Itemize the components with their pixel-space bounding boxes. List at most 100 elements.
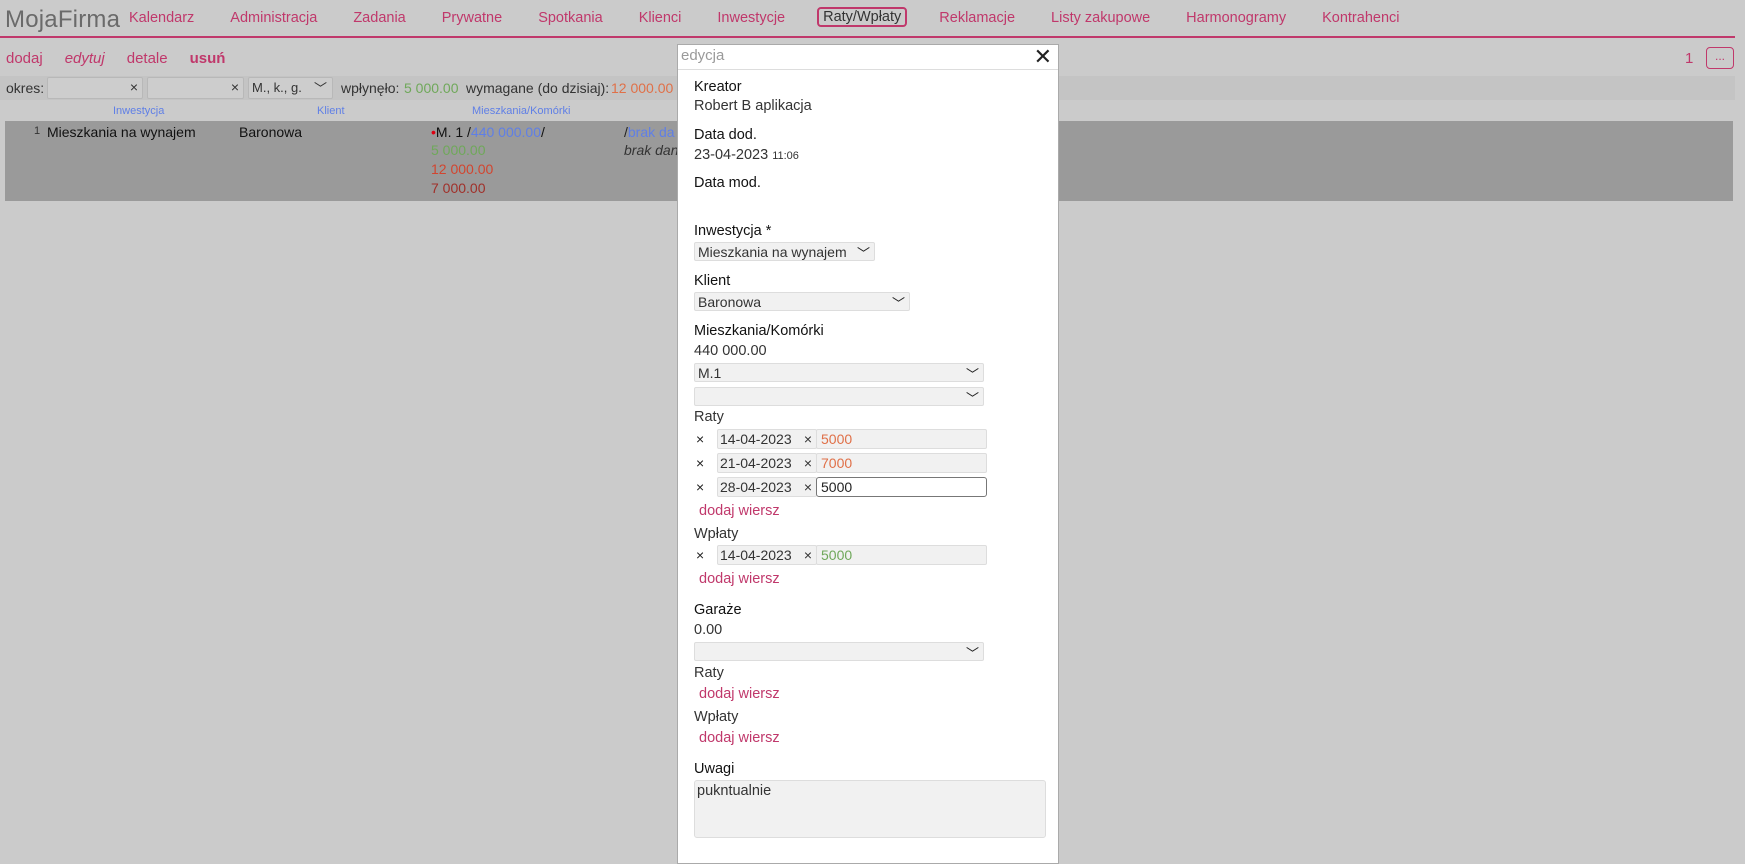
payment-date-input[interactable]: 14-04-2023 × bbox=[717, 545, 817, 565]
date-added-value: 23-04-2023 11:06 bbox=[694, 147, 799, 163]
row-client: Baronowa bbox=[239, 124, 303, 140]
client-select-value: Baronowa bbox=[698, 294, 762, 310]
nav-raty-wplaty[interactable]: Raty/Wpłaty bbox=[817, 7, 908, 27]
nav-kontrahenci[interactable]: Kontrahenci bbox=[1318, 9, 1403, 27]
installment-date-input[interactable]: 14-04-2023 × bbox=[717, 429, 817, 449]
client-select[interactable]: Baronowa ﹀ bbox=[694, 292, 910, 311]
period-to-input[interactable]: × bbox=[147, 77, 244, 99]
installment-amount-input[interactable]: 5000 bbox=[816, 429, 987, 449]
row-investment: Mieszkania na wynajem bbox=[47, 124, 196, 140]
more-button[interactable]: ... bbox=[1706, 47, 1734, 69]
row-extra: /brak da bbox=[624, 124, 675, 140]
range-select[interactable]: M., k., g. ﹀ bbox=[248, 77, 333, 99]
period-from-input[interactable]: × bbox=[47, 77, 143, 99]
investment-select-value: Mieszkania na wynajem bbox=[698, 244, 847, 260]
row-unit: •M. 1 /440 000.00/ bbox=[431, 124, 545, 140]
row-paid: 5 000.00 bbox=[431, 142, 486, 158]
row-unit-price: 440 000.00 bbox=[470, 124, 541, 140]
separator: / bbox=[541, 124, 545, 140]
period-label: okres: bbox=[6, 80, 45, 96]
nav-inwestycje[interactable]: Inwestycje bbox=[713, 9, 789, 27]
nav-reklamacje[interactable]: Reklamacje bbox=[935, 9, 1019, 27]
add-payment-row-button[interactable]: dodaj wiersz bbox=[699, 571, 780, 587]
garages-total: 0.00 bbox=[694, 622, 723, 638]
required-label: wymagane (do dzisiaj): bbox=[466, 80, 610, 96]
installments-label: Raty bbox=[694, 409, 724, 425]
delete-button[interactable]: usuń bbox=[190, 50, 226, 67]
add-installment-row-button[interactable]: dodaj wiersz bbox=[699, 503, 780, 519]
garages-label: Garaże bbox=[694, 602, 742, 618]
add-button[interactable]: dodaj bbox=[6, 50, 43, 67]
row-extra-link[interactable]: brak da bbox=[628, 124, 675, 140]
installment-date-input[interactable]: 21-04-2023 × bbox=[717, 453, 817, 473]
date-added-label: Data dod. bbox=[694, 127, 757, 143]
installment-date-input[interactable]: 28-04-2023 × bbox=[717, 477, 817, 497]
nav-harmonogramy[interactable]: Harmonogramy bbox=[1182, 9, 1290, 27]
clear-icon[interactable]: × bbox=[231, 79, 239, 95]
chevron-down-icon: ﹀ bbox=[891, 296, 905, 311]
nav-administracja[interactable]: Administracja bbox=[226, 9, 321, 27]
clear-icon[interactable]: × bbox=[804, 431, 812, 447]
clear-icon[interactable]: × bbox=[804, 455, 812, 471]
details-button[interactable]: detale bbox=[127, 50, 168, 67]
close-icon[interactable]: ✕ bbox=[1034, 46, 1052, 68]
clear-icon[interactable]: × bbox=[130, 79, 138, 95]
payment-date: 14-04-2023 bbox=[720, 547, 792, 563]
unit-select-2[interactable]: ﹀ bbox=[694, 387, 984, 406]
chevron-down-icon: ﹀ bbox=[856, 246, 870, 261]
client-label: Klient bbox=[694, 273, 731, 289]
chevron-down-icon: ﹀ bbox=[965, 367, 979, 382]
notes-text: pukntualnie bbox=[697, 783, 772, 799]
nav-listy-zakupowe[interactable]: Listy zakupowe bbox=[1047, 9, 1154, 27]
clear-icon[interactable]: × bbox=[804, 547, 812, 563]
nav-zadania[interactable]: Zadania bbox=[349, 9, 409, 27]
installment-amount-input[interactable]: 7000 bbox=[816, 453, 987, 473]
dialog-titlebar: edycja ✕ bbox=[678, 45, 1058, 70]
required-value: 12 000.00 bbox=[611, 80, 674, 96]
col-header-investment[interactable]: Inwestycja bbox=[113, 105, 164, 117]
app-title[interactable]: MojaFirma bbox=[5, 6, 120, 34]
chevron-down-icon: ﹀ bbox=[965, 391, 979, 406]
garage-select[interactable]: ﹀ bbox=[694, 642, 984, 661]
payments-label: Wpłaty bbox=[694, 526, 739, 542]
chevron-down-icon: ﹀ bbox=[313, 81, 327, 96]
paid-label: wpłynęło: bbox=[341, 80, 400, 96]
row-required: 12 000.00 bbox=[431, 161, 494, 177]
remove-row-icon[interactable]: × bbox=[696, 431, 704, 447]
remove-row-icon[interactable]: × bbox=[696, 479, 704, 495]
investment-select[interactable]: Mieszkania na wynajem ﹀ bbox=[694, 242, 875, 261]
installment-amount-input[interactable]: 5000 bbox=[816, 477, 987, 497]
date-added-date: 23-04-2023 bbox=[694, 147, 769, 163]
remove-row-icon[interactable]: × bbox=[696, 547, 704, 563]
nav-prywatne[interactable]: Prywatne bbox=[438, 9, 506, 27]
add-garage-payment-row-button[interactable]: dodaj wiersz bbox=[699, 730, 780, 746]
creator-value: Robert B aplikacja bbox=[694, 98, 812, 114]
unit-select[interactable]: M.1 ﹀ bbox=[694, 363, 984, 382]
col-header-units[interactable]: Mieszkania/Komórki bbox=[472, 105, 570, 117]
date-mod-label: Data mod. bbox=[694, 175, 761, 191]
add-garage-installment-row-button[interactable]: dodaj wiersz bbox=[699, 686, 780, 702]
col-header-client[interactable]: Klient bbox=[317, 105, 345, 117]
page-number[interactable]: 1 bbox=[1685, 50, 1693, 67]
edit-button[interactable]: edytuj bbox=[65, 50, 105, 67]
installment-amount: 7000 bbox=[821, 455, 853, 471]
garage-payments-label: Wpłaty bbox=[694, 709, 739, 725]
nav-spotkania[interactable]: Spotkania bbox=[534, 9, 607, 27]
investment-label: Inwestycja * bbox=[694, 223, 772, 239]
edit-dialog: edycja ✕ Kreator Robert B aplikacja Data… bbox=[677, 44, 1059, 864]
garage-installments-label: Raty bbox=[694, 665, 724, 681]
nav-klienci[interactable]: Klienci bbox=[635, 9, 686, 27]
notes-textarea[interactable]: pukntualnie bbox=[694, 780, 1046, 838]
payment-amount-input[interactable]: 5000 bbox=[816, 545, 987, 565]
row-unit-name: M. 1 bbox=[435, 124, 464, 140]
payment-amount: 5000 bbox=[821, 547, 853, 563]
action-bar: dodaj edytuj detale usuń bbox=[6, 50, 247, 67]
installment-amount: 5000 bbox=[821, 479, 853, 495]
row-remaining: 7 000.00 bbox=[431, 180, 486, 196]
installment-date: 21-04-2023 bbox=[720, 455, 792, 471]
paid-value: 5 000.00 bbox=[404, 80, 459, 96]
nav-kalendarz[interactable]: Kalendarz bbox=[125, 9, 198, 27]
dialog-title: edycja bbox=[681, 47, 725, 64]
clear-icon[interactable]: × bbox=[804, 479, 812, 495]
remove-row-icon[interactable]: × bbox=[696, 455, 704, 471]
